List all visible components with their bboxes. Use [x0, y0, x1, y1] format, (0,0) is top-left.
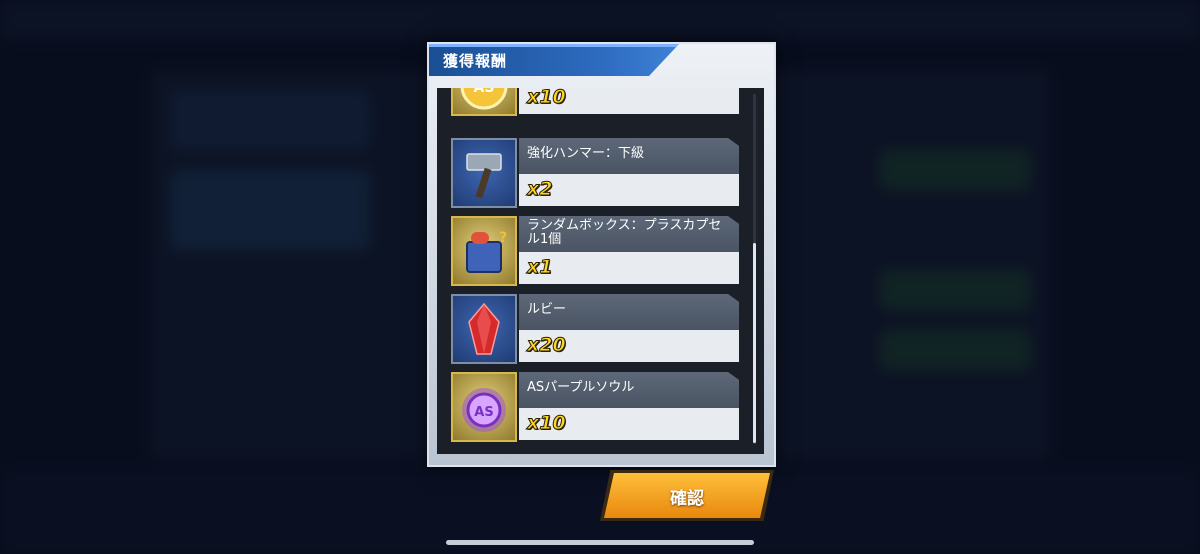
reward-item-quantity: x10 — [527, 412, 567, 435]
reward-item: AS ASパープルソウル x10 — [451, 372, 739, 442]
reward-item-name: 強化ハンマー：下級 — [527, 146, 645, 161]
reward-item-quantity-bar: x20 — [519, 330, 739, 362]
reward-item-quantity-bar: x10 — [519, 408, 739, 440]
reward-item-name-bar: ルビー — [519, 294, 739, 330]
reward-item-quantity-bar: x10 — [519, 88, 739, 114]
reward-item-name: ルビー — [527, 302, 567, 317]
reward-item: 強化ハンマー：下級 x2 — [451, 138, 739, 208]
reward-item-name: ランダムボックス：プラスカプセル1個 — [527, 218, 722, 247]
reward-item-name: ASパープルソウル — [527, 380, 635, 395]
svg-text:AS: AS — [474, 88, 495, 96]
reward-item-quantity: x1 — [526, 256, 553, 279]
reward-item-quantity: x20 — [527, 334, 567, 357]
reward-item-name-bar: ASパープルソウル — [519, 372, 739, 408]
reward-dialog: 獲得報酬 AS x10 強化ハンマー：下級 x2 ? ランダムボックス：プラスカ… — [427, 42, 776, 467]
dialog-title: 獲得報酬 — [443, 52, 508, 70]
reward-item-quantity: x2 — [526, 178, 553, 201]
hammer-icon — [451, 138, 517, 208]
home-indicator[interactable] — [446, 540, 754, 545]
reward-item-quantity-bar: x2 — [519, 174, 739, 206]
reward-item-quantity-bar: x1 — [519, 252, 739, 284]
svg-text:?: ? — [499, 230, 507, 246]
reward-item: ルビー x20 — [451, 294, 739, 364]
reward-list[interactable]: AS x10 強化ハンマー：下級 x2 ? ランダムボックス：プラスカプセル1個… — [437, 88, 764, 454]
capsule-box-icon: ? — [451, 216, 517, 286]
ruby-icon — [451, 294, 517, 364]
purple-soul-icon: AS — [451, 372, 517, 442]
reward-item-quantity: x10 — [527, 88, 567, 109]
reward-item: ? ランダムボックス：プラスカプセル1個 x1 — [451, 216, 739, 286]
scrollbar-thumb[interactable] — [753, 243, 756, 443]
reward-item-name-bar: 強化ハンマー：下級 — [519, 138, 739, 174]
dialog-title-bar: 獲得報酬 — [429, 44, 679, 76]
svg-text:AS: AS — [474, 405, 493, 420]
reward-item-name-bar: ランダムボックス：プラスカプセル1個 — [519, 216, 739, 252]
confirm-button[interactable]: 確認 — [604, 473, 770, 518]
confirm-button-label: 確認 — [670, 489, 704, 508]
gold-coin-icon: AS — [451, 88, 517, 116]
reward-item: AS x10 — [451, 88, 739, 116]
